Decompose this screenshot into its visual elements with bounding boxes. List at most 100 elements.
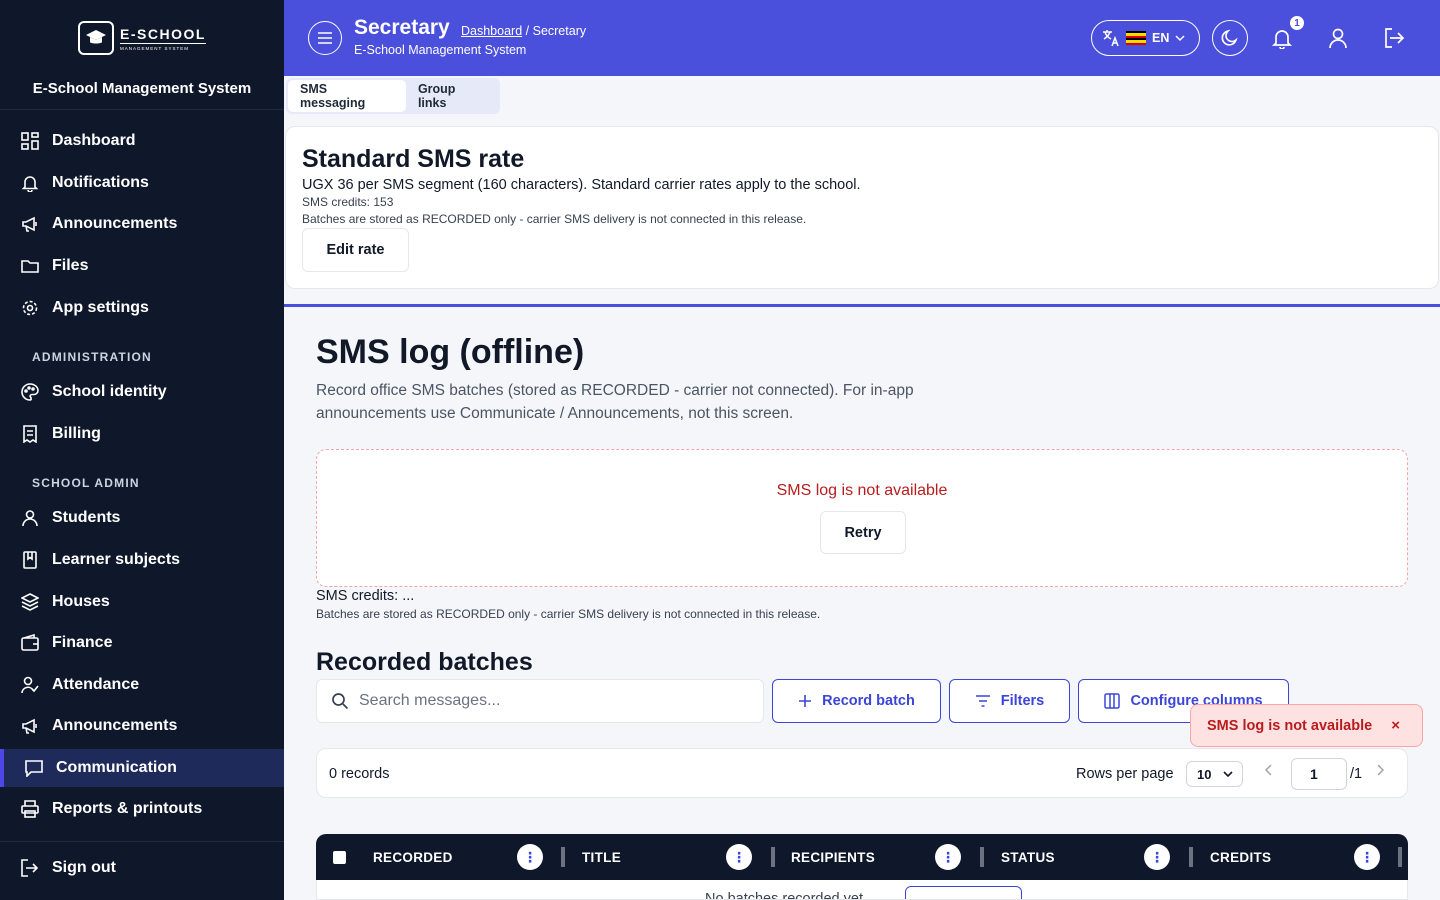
logout-icon [1385,28,1405,48]
sidebar-item-label: Files [52,257,89,274]
column-menu-icon[interactable]: ⋮ [1354,844,1380,870]
sidebar-item-billing[interactable]: Billing [0,415,284,453]
sms-rate-card: Standard SMS rate UGX 36 per SMS segment… [285,126,1439,289]
column-header-title[interactable]: TITLE [582,850,621,865]
column-header-recorded[interactable]: RECORDED [373,850,453,865]
sidebar-item-reports[interactable]: Reports & printouts [0,790,284,828]
sms-log-title: SMS log (offline) [316,333,585,371]
wallet-icon [20,633,40,653]
sidebar-item-dashboard[interactable]: Dashboard [0,122,284,160]
sidebar-item-label: Announcements [52,215,178,232]
sidebar-item-students[interactable]: Students [0,499,284,537]
empty-record-batch-button[interactable]: Record batch [905,886,1022,899]
section-label-administration: ADMINISTRATION [32,350,152,364]
sidebar-item-label: Learner subjects [52,551,181,568]
table-header: RECORDED ⋮ TITLE ⋮ RECIPIENTS ⋮ STATUS ⋮… [316,834,1408,880]
chevron-left-icon [1264,764,1272,776]
column-resize-handle[interactable] [771,847,775,867]
user-icon [1329,28,1347,49]
breadcrumb-dashboard-link[interactable]: Dashboard [461,24,522,38]
rows-per-page-value: 10 [1197,766,1212,782]
page-number-input[interactable]: 1 [1291,758,1347,790]
breadcrumb-current: Secretary [532,24,587,38]
rate-description: UGX 36 per SMS segment (160 characters).… [302,177,861,193]
language-code: EN [1152,31,1170,45]
next-page-button[interactable] [1376,763,1385,779]
pagination-bar: 0 records Rows per page 10 1 /1 [316,748,1408,798]
logo-subtext: MANAGEMENT SYSTEM [120,45,189,51]
plus-icon [799,695,812,707]
search-icon [332,693,349,710]
retry-button[interactable]: Retry [820,511,906,554]
sidebar-item-label: Dashboard [52,132,136,149]
logo-text: E-SCHOOL [120,25,206,44]
column-menu-icon[interactable]: ⋮ [726,844,752,870]
tab-group-links[interactable]: Group links [406,80,498,112]
page-title: Secretary [354,16,450,39]
theme-toggle-button[interactable] [1212,20,1248,56]
sms-log-description: Record office SMS batches (stored as REC… [316,382,914,422]
filters-button[interactable]: Filters [949,679,1070,723]
sidebar-item-finance[interactable]: Finance [0,624,284,662]
sidebar-item-announcements[interactable]: Announcements [0,205,284,243]
sidebar-item-learner-subjects[interactable]: Learner subjects [0,541,284,579]
column-menu-icon[interactable]: ⋮ [935,844,961,870]
logout-button[interactable] [1382,26,1406,50]
book-icon [20,550,40,570]
language-selector[interactable]: EN [1091,20,1200,56]
breadcrumb: Dashboard / Secretary [461,24,586,38]
sidebar: E-SCHOOL MANAGEMENT SYSTEM E-School Mana… [0,0,284,900]
column-resize-handle[interactable] [980,847,984,867]
chevron-down-icon [1175,35,1185,42]
records-count: 0 records [329,766,390,782]
error-message: SMS log is not available [776,482,948,499]
sidebar-item-houses[interactable]: Houses [0,583,284,621]
column-header-credits[interactable]: CREDITS [1210,850,1271,865]
sidebar-item-label: Attendance [52,676,140,693]
sidebar-item-announcements-admin[interactable]: Announcements [0,707,284,745]
sidebar-item-communication[interactable]: Communication [0,749,284,787]
sidebar-item-attendance[interactable]: Attendance [0,666,284,704]
profile-button[interactable] [1326,26,1350,50]
edit-rate-button[interactable]: Edit rate [302,228,409,272]
column-header-recipients[interactable]: RECIPIENTS [791,850,875,865]
logo: E-SCHOOL MANAGEMENT SYSTEM [0,0,284,76]
column-header-status[interactable]: STATUS [1001,850,1055,865]
filters-label: Filters [1000,693,1045,709]
sidebar-item-label: Announcements [52,717,178,734]
empty-state-text: No batches recorded yet [705,891,863,900]
column-menu-icon[interactable]: ⋮ [1144,844,1170,870]
prev-page-button[interactable] [1264,763,1273,779]
search-input[interactable] [359,692,739,710]
menu-toggle-button[interactable] [308,21,342,55]
page-total: /1 [1350,766,1363,782]
recorded-batches-title: Recorded batches [316,648,533,676]
sidebar-item-label: School identity [52,383,167,400]
sidebar-item-app-settings[interactable]: App settings [0,289,284,327]
column-resize-handle[interactable] [1398,847,1402,867]
sidebar-item-label: Sign out [52,859,116,876]
rate-sms-credits: SMS credits: 153 [302,195,394,209]
record-batch-button[interactable]: Record batch [772,679,941,723]
select-all-checkbox[interactable] [333,851,346,864]
sidebar-item-school-identity[interactable]: School identity [0,373,284,411]
receipt-icon [20,424,40,444]
tab-sms-messaging[interactable]: SMS messaging [288,80,406,112]
error-toast: SMS log is not available × [1190,704,1423,747]
sidebar-item-notifications[interactable]: Notifications [0,164,284,202]
sidebar-item-sign-out[interactable]: Sign out [0,849,284,887]
close-icon[interactable]: × [1391,717,1400,734]
column-menu-icon[interactable]: ⋮ [517,844,543,870]
moon-icon [1221,29,1238,46]
notifications-button[interactable] [1270,26,1294,50]
message-icon [24,758,44,778]
columns-icon [1104,693,1121,709]
sidebar-item-files[interactable]: Files [0,247,284,285]
column-resize-handle[interactable] [561,847,565,867]
column-resize-handle[interactable] [1189,847,1193,867]
section-divider [284,304,1440,307]
sidebar-item-label: Finance [52,634,113,651]
hamburger-icon [318,32,332,44]
sidebar-item-label: Students [52,509,121,526]
rows-per-page-select[interactable]: 10 [1186,761,1243,787]
